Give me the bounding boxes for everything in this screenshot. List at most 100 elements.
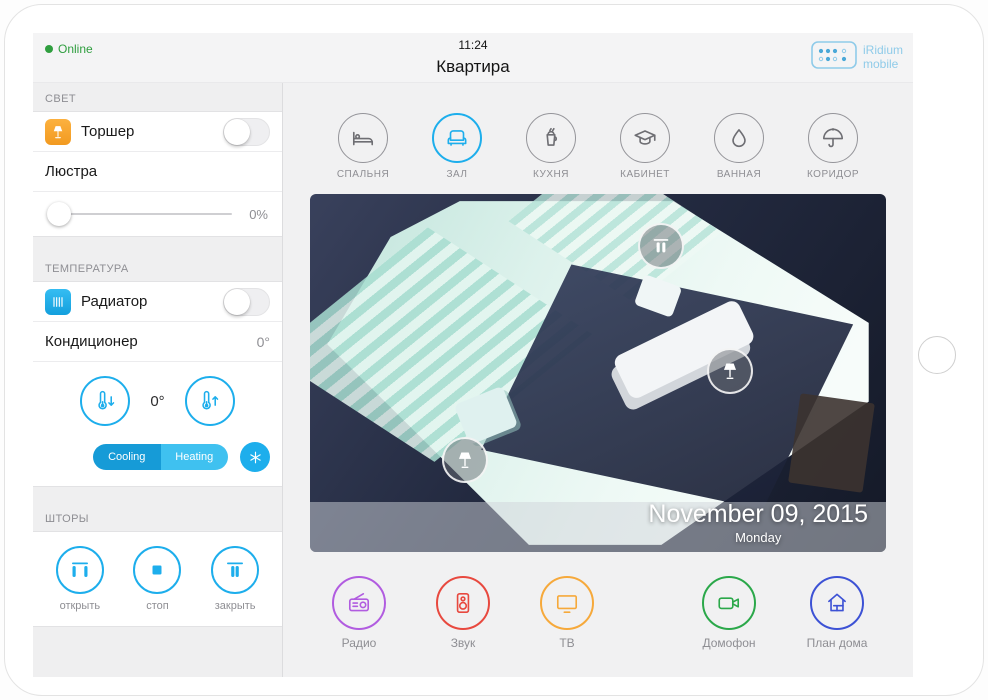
radiator-row: Радиатор bbox=[33, 282, 282, 322]
sidebar: СВЕТ Торшер Люстра bbox=[33, 83, 283, 677]
iridium-logo: iRidium mobile bbox=[811, 41, 903, 74]
slider-knob[interactable] bbox=[47, 202, 71, 226]
room-tab-corridor[interactable]: КОРИДОР bbox=[800, 113, 866, 180]
house-plan-icon bbox=[824, 590, 850, 616]
action-label: Радио bbox=[324, 636, 394, 650]
conditioner-row: Кондиционер 0° bbox=[33, 322, 282, 362]
media-actions: Радио Звук bbox=[324, 576, 602, 650]
umbrella-icon bbox=[820, 125, 846, 151]
house-plan-button[interactable]: План дома bbox=[802, 576, 872, 650]
curtains-stop-item: стоп bbox=[133, 546, 181, 612]
radiator-toggle[interactable] bbox=[223, 288, 270, 316]
temp-down-button[interactable] bbox=[80, 376, 130, 426]
kettle-icon bbox=[538, 125, 564, 151]
temperature-group: Радиатор Кондиционер 0° bbox=[33, 281, 282, 487]
room-circle[interactable] bbox=[620, 113, 670, 163]
action-circle[interactable] bbox=[436, 576, 490, 630]
light-group: Торшер Люстра 0% bbox=[33, 111, 282, 237]
curtains-stop-label: стоп bbox=[133, 600, 181, 612]
room-label: СПАЛЬНЯ bbox=[330, 169, 396, 180]
action-label: Звук bbox=[428, 636, 498, 650]
radiator-label: Радиатор bbox=[81, 293, 147, 310]
action-circle[interactable] bbox=[810, 576, 864, 630]
room-circle[interactable] bbox=[526, 113, 576, 163]
intercom-button[interactable]: Домофон bbox=[694, 576, 764, 650]
room-tab-kitchen[interactable]: КУХНЯ bbox=[518, 113, 584, 180]
room-circle[interactable] bbox=[808, 113, 858, 163]
top-bar: Online 11:24 Квартира iRidium mobile bbox=[33, 33, 913, 83]
floor-lamp-toggle[interactable] bbox=[223, 118, 270, 146]
chandelier-value: 0% bbox=[240, 207, 268, 222]
curtains-stop-button[interactable] bbox=[133, 546, 181, 594]
weekday-text: Monday bbox=[648, 530, 868, 545]
date-text: November 09, 2015 bbox=[648, 500, 868, 529]
section-header-temperature: ТЕМПЕРАТУРА bbox=[33, 237, 282, 281]
water-drop-icon bbox=[726, 125, 752, 151]
curtains-close-label: закрыть bbox=[211, 600, 259, 612]
room-tab-office[interactable]: КАБИНЕТ bbox=[612, 113, 678, 180]
action-label: План дома bbox=[802, 636, 872, 650]
iridium-logo-icon bbox=[811, 41, 857, 74]
slider-track[interactable] bbox=[47, 213, 232, 215]
room-tab-livingroom[interactable]: ЗАЛ bbox=[424, 113, 490, 180]
lamp-icon bbox=[719, 360, 741, 382]
curtains-open-item: открыть bbox=[56, 546, 104, 612]
room-circle[interactable] bbox=[338, 113, 388, 163]
lamp-icon bbox=[454, 449, 476, 471]
chandelier-slider[interactable] bbox=[47, 202, 232, 226]
setpoint-row: 0° bbox=[33, 362, 282, 440]
clock: 11:24 bbox=[33, 38, 913, 52]
setpoint-value: 0° bbox=[150, 393, 164, 410]
action-circle[interactable] bbox=[332, 576, 386, 630]
curtains-close-button[interactable] bbox=[211, 546, 259, 594]
radio-button[interactable]: Радио bbox=[324, 576, 394, 650]
graduation-cap-icon bbox=[632, 125, 658, 151]
toggle-knob bbox=[224, 289, 250, 315]
conditioner-label: Кондиционер bbox=[45, 333, 138, 350]
curtains-group: открыть стоп bbox=[33, 531, 282, 627]
sound-button[interactable]: Звук bbox=[428, 576, 498, 650]
app-screen: Online 11:24 Квартира iRidium mobile bbox=[33, 33, 913, 677]
section-header-light: СВЕТ bbox=[33, 83, 282, 111]
room-label: КАБИНЕТ bbox=[612, 169, 678, 180]
room-circle[interactable] bbox=[714, 113, 764, 163]
floor-lamp-icon bbox=[45, 119, 71, 145]
fan-icon bbox=[247, 449, 264, 466]
curtains-open-icon bbox=[68, 558, 92, 582]
curtain-control-overlay-button[interactable] bbox=[638, 223, 684, 269]
temp-up-button[interactable] bbox=[185, 376, 235, 426]
room-tab-bathroom[interactable]: ВАННАЯ bbox=[706, 113, 772, 180]
room-label: КОРИДОР bbox=[800, 169, 866, 180]
render-cabinet bbox=[788, 393, 875, 492]
video-camera-icon bbox=[716, 590, 742, 616]
mode-segmented-control: Cooling Heating bbox=[93, 444, 228, 470]
room-tab-bedroom[interactable]: СПАЛЬНЯ bbox=[330, 113, 396, 180]
room-selector: СПАЛЬНЯ ЗАЛ bbox=[310, 113, 886, 180]
tablet-home-button[interactable] bbox=[918, 336, 956, 374]
curtains-open-button[interactable] bbox=[56, 546, 104, 594]
logo-line1: iRidium bbox=[863, 44, 903, 58]
floor-lamp-label: Торшер bbox=[81, 123, 134, 140]
thermometer-up-icon bbox=[196, 388, 223, 414]
chandelier-slider-row: 0% bbox=[33, 192, 282, 236]
radio-icon bbox=[346, 590, 372, 616]
sofa-icon bbox=[444, 125, 470, 151]
heating-segment[interactable]: Heating bbox=[161, 444, 229, 470]
chandelier-label: Люстра bbox=[45, 163, 97, 180]
room-circle[interactable] bbox=[432, 113, 482, 163]
tv-button[interactable]: ТВ bbox=[532, 576, 602, 650]
mode-row: Cooling Heating bbox=[33, 440, 282, 486]
curtains-open-label: открыть bbox=[56, 600, 104, 612]
page-title: Квартира bbox=[33, 57, 913, 77]
floor-lamp-row: Торшер bbox=[33, 112, 282, 152]
fan-button[interactable] bbox=[240, 442, 270, 472]
main-area: СПАЛЬНЯ ЗАЛ bbox=[283, 83, 913, 677]
thermometer-down-icon bbox=[92, 388, 119, 414]
cooling-segment[interactable]: Cooling bbox=[93, 444, 161, 470]
section-header-curtains: ШТОРЫ bbox=[33, 487, 282, 531]
action-circle[interactable] bbox=[540, 576, 594, 630]
bed-icon bbox=[350, 125, 376, 151]
conditioner-value: 0° bbox=[257, 334, 270, 350]
action-circle[interactable] bbox=[702, 576, 756, 630]
date-display: November 09, 2015 Monday bbox=[648, 500, 868, 545]
